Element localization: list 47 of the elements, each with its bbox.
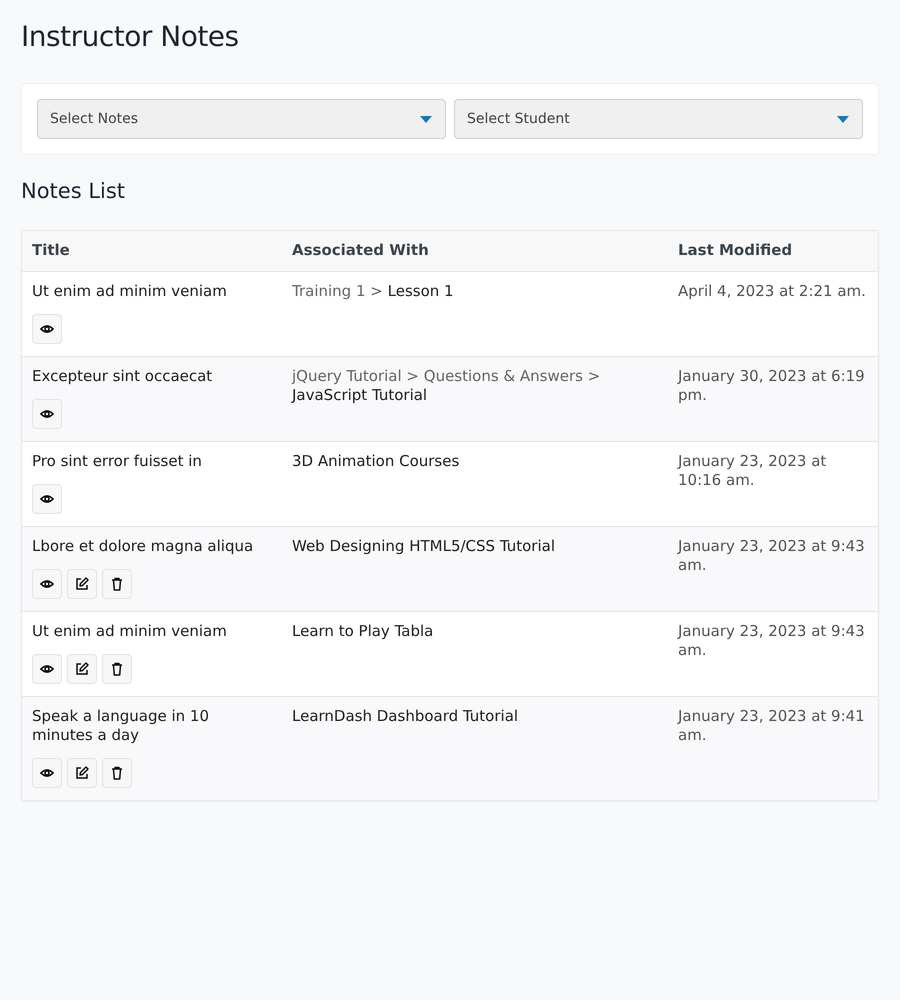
note-title: Excepteur sint occaecat (32, 367, 214, 386)
view-button[interactable] (32, 314, 62, 344)
select-field[interactable]: Select Notes (37, 99, 446, 139)
edit-button[interactable] (67, 569, 97, 599)
course-link[interactable]: JavaScript Tutorial (292, 386, 428, 404)
modified-date: January 23, 2023 at 9:43 am. (678, 622, 866, 660)
select-field[interactable]: Select Student (454, 99, 863, 139)
delete-button[interactable] (102, 758, 132, 788)
trash-icon (109, 576, 125, 592)
course-link[interactable]: Lesson 1 (388, 282, 454, 300)
view-button[interactable] (32, 399, 62, 429)
delete-button[interactable] (102, 569, 132, 599)
modified-date: January 30, 2023 at 6:19 pm. (678, 367, 866, 405)
column-header: Title (31, 240, 71, 261)
view-button[interactable] (32, 569, 62, 599)
course-link[interactable]: Web Designing HTML5/CSS Tutorial (292, 537, 555, 555)
view-button[interactable] (32, 654, 62, 684)
pencil-square-icon (74, 576, 90, 592)
modified-date: January 23, 2023 at 10:16 am. (678, 452, 828, 490)
modified-date: January 23, 2023 at 9:41 am. (678, 707, 866, 745)
breadcrumb-link[interactable]: Training 1 > (292, 282, 383, 300)
view-button[interactable] (32, 484, 62, 514)
edit-button[interactable] (67, 758, 97, 788)
pencil-square-icon (74, 765, 90, 781)
trash-icon (109, 661, 125, 677)
caret-icon (837, 116, 849, 123)
pencil-square-icon (74, 661, 90, 677)
caret-icon (420, 116, 432, 123)
page-title: Instructor Notes (21, 20, 240, 53)
modified-date: January 23, 2023 at 9:43 am. (678, 537, 866, 575)
view-button[interactable] (32, 758, 62, 788)
column-header: Last Modified (677, 240, 794, 261)
modified-date: April 4, 2023 at 2:21 am. (678, 282, 867, 301)
course-link[interactable]: Learn to Play Tabla (292, 622, 434, 640)
course-link[interactable]: LearnDash Dashboard Tutorial (292, 707, 518, 725)
note-title: Ut enim ad minim veniam (32, 282, 228, 301)
note-title: Pro sint error fuisset in (32, 452, 203, 471)
note-title: Lbore et dolore magna aliqua (32, 537, 254, 556)
note-title: Ut enim ad minim veniam (32, 622, 228, 641)
trash-icon (109, 765, 125, 781)
course-link[interactable]: 3D Animation Courses (292, 452, 460, 470)
edit-button[interactable] (67, 654, 97, 684)
column-header: Associated With (291, 240, 430, 261)
delete-button[interactable] (102, 654, 132, 684)
note-title: Speak a language in 10 minutes a day (32, 707, 210, 745)
breadcrumb-link[interactable]: jQuery Tutorial > Questions & Answers > (292, 367, 600, 385)
section-title: Notes List (21, 179, 126, 203)
